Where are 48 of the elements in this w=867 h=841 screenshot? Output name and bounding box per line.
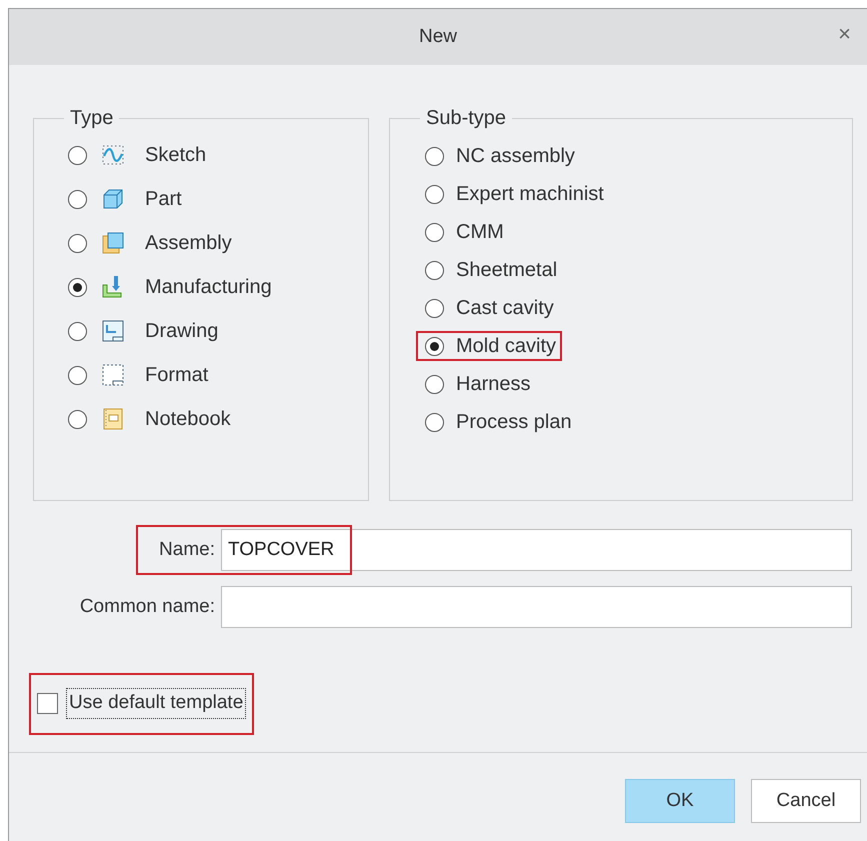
sketch-wave-icon: [101, 143, 125, 167]
type-label: Part: [145, 187, 182, 212]
name-input[interactable]: TOPCOVER: [221, 529, 852, 571]
radio-button[interactable]: [68, 410, 87, 428]
radio-button[interactable]: [425, 184, 444, 204]
radio-button[interactable]: [425, 336, 444, 356]
radio-button[interactable]: [425, 412, 444, 432]
subtype-label: CMM: [456, 220, 504, 245]
radio-button[interactable]: [68, 234, 87, 252]
field-label: Name:: [159, 538, 215, 562]
subtype-label: NC assembly: [456, 144, 575, 169]
type-label: Sketch: [145, 143, 206, 168]
radio-button[interactable]: [68, 278, 87, 296]
type-label: Assembly: [145, 231, 232, 256]
radio-button[interactable]: [425, 222, 444, 242]
subtype-label: Expert machinist: [456, 182, 604, 207]
radio-button[interactable]: [68, 190, 87, 208]
radio-button[interactable]: [68, 146, 87, 164]
cancel-button[interactable]: Cancel: [751, 779, 861, 823]
radio-button[interactable]: [425, 146, 444, 166]
type-label: Notebook: [145, 407, 231, 432]
subtype-label: Process plan: [456, 410, 572, 435]
notebook-icon: [101, 407, 125, 431]
assembly-blocks-icon: [101, 231, 125, 255]
radio-button[interactable]: [68, 322, 87, 340]
window-title: New: [418, 24, 457, 49]
type-label: Manufacturing: [145, 275, 272, 300]
group-title: Type: [69, 106, 114, 131]
subtype-label: Cast cavity: [456, 296, 554, 321]
checkbox[interactable]: [37, 693, 58, 714]
field-label: Common name:: [80, 594, 215, 619]
dashed-sheet-icon: [101, 363, 125, 387]
cube-icon: [101, 187, 125, 211]
subtype-label: Harness: [456, 372, 530, 397]
subtype-label: Mold cavity: [456, 334, 556, 359]
radio-button[interactable]: [68, 366, 87, 384]
subtype-label: Sheetmetal: [456, 258, 558, 283]
common-name-input[interactable]: [221, 586, 852, 628]
checkbox-label[interactable]: Use default template: [66, 688, 246, 719]
group-title: Sub-type: [425, 106, 508, 131]
radio-button[interactable]: [425, 374, 444, 394]
ok-button[interactable]: OK: [625, 779, 735, 823]
type-label: Format: [145, 363, 208, 388]
type-label: Drawing: [145, 319, 218, 344]
radio-button[interactable]: [425, 260, 444, 280]
close-button[interactable]: ×: [834, 23, 855, 45]
drawing-sheet-icon: [101, 319, 125, 343]
radio-button[interactable]: [425, 298, 444, 318]
